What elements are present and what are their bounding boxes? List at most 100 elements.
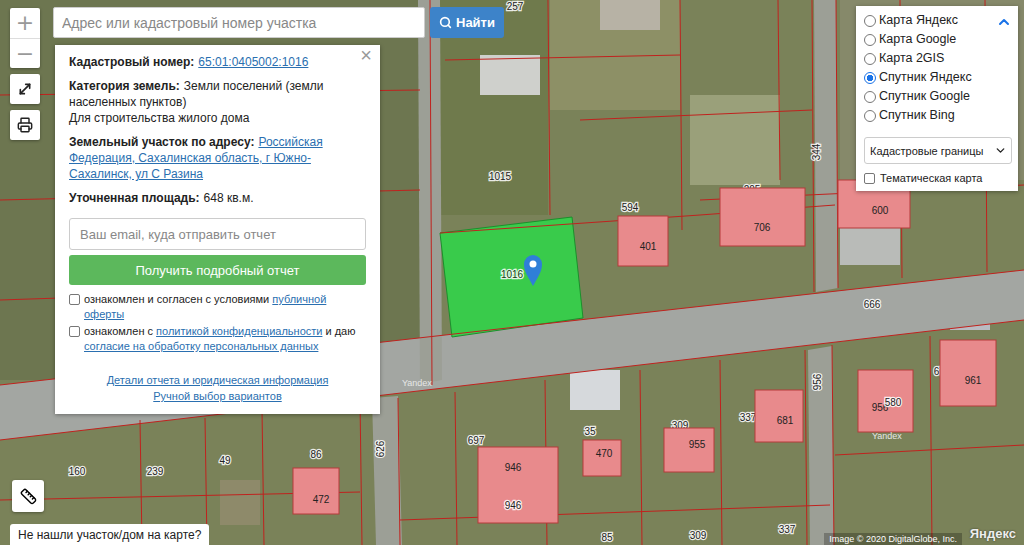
cadastral-number: Кадастровый номер:65:01:0405002:1016 — [69, 54, 366, 70]
parcel[interactable]: 49 — [219, 455, 231, 466]
parcel[interactable]: 337 — [779, 524, 796, 535]
parcel-label: 955 — [689, 439, 706, 450]
zoom-in-button[interactable]: + — [10, 8, 40, 38]
printer-icon — [17, 117, 33, 133]
not-found-button[interactable]: Не нашли участок/дом на карте? — [10, 524, 209, 545]
agreement-link[interactable]: политикой конфиденциальности — [156, 325, 322, 337]
parcel[interactable]: 239 — [147, 466, 164, 477]
parcel[interactable]: 1016 — [501, 269, 524, 280]
location-pin-icon[interactable] — [524, 255, 542, 286]
radio[interactable] — [864, 15, 876, 27]
search-icon — [439, 16, 452, 29]
parcel-boundary — [720, 360, 722, 545]
agreement-link[interactable]: согласие на обработку персональных данны… — [84, 340, 318, 352]
parcel-boundary — [832, 345, 834, 545]
fullscreen-button[interactable] — [10, 74, 40, 104]
parcel-boundary — [400, 505, 830, 520]
parcel-boundary — [835, 445, 1024, 455]
agreement-checkbox-row[interactable]: ознакомлен и согласен с условиями публич… — [69, 292, 366, 322]
building[interactable]: 956 — [858, 370, 913, 432]
building[interactable]: 946 — [478, 447, 558, 523]
selected-parcel[interactable] — [440, 217, 583, 337]
search-input[interactable] — [53, 7, 425, 38]
radio[interactable] — [864, 110, 876, 122]
parcel-label: 681 — [777, 415, 794, 426]
parcel-address: Земельный участок по адресу:Российская Ф… — [69, 134, 366, 182]
radio[interactable] — [864, 53, 876, 65]
parcel-boundary — [680, 0, 682, 230]
parcel[interactable]: 626 — [375, 440, 386, 457]
parcel[interactable]: 337 — [740, 412, 757, 423]
parcel[interactable]: 666 — [864, 299, 881, 310]
parcel-label: 946 — [505, 462, 522, 473]
building[interactable]: 961 — [940, 340, 996, 406]
get-report-button[interactable]: Получить подробный отчет — [69, 255, 366, 285]
parcel-boundary — [360, 400, 362, 545]
radio[interactable] — [864, 91, 876, 103]
parcel[interactable]: 309 — [690, 530, 707, 541]
layer-option[interactable]: Карта Google — [864, 30, 972, 49]
building[interactable]: 401 — [618, 216, 668, 266]
radio[interactable] — [864, 34, 876, 46]
panel-link[interactable]: Ручной выбор вариантов — [153, 388, 281, 404]
email-input[interactable] — [69, 218, 366, 250]
cadastral-number-link[interactable]: 65:01:0405002:1016 — [198, 55, 308, 69]
building[interactable]: 681 — [755, 390, 803, 442]
parcel-label: 344 — [811, 143, 822, 160]
parcel-label: 1015 — [489, 171, 512, 182]
collapse-button[interactable] — [996, 11, 1012, 30]
ruler-icon — [20, 488, 37, 505]
print-button[interactable] — [10, 110, 40, 140]
parcel-label: 160 — [69, 466, 86, 477]
parcel-boundary — [805, 350, 807, 545]
radio[interactable] — [864, 72, 876, 84]
parcel[interactable]: 946 — [505, 500, 522, 511]
checkbox[interactable] — [69, 294, 80, 305]
panel-link[interactable]: Детали отчета и юридическая информация — [107, 372, 329, 388]
parcel[interactable]: 594 — [622, 202, 639, 213]
agreement-checkbox-row[interactable]: ознакомлен с политикой конфиденциальност… — [69, 324, 366, 354]
building[interactable]: 955 — [664, 428, 714, 472]
parcel[interactable]: 257 — [507, 1, 524, 12]
ruler-button[interactable] — [12, 480, 44, 512]
parcel[interactable]: 160 — [69, 466, 86, 477]
zoom-out-button[interactable]: − — [10, 38, 40, 68]
parcel-label: 472 — [313, 494, 330, 505]
parcel[interactable]: 344 — [811, 143, 822, 160]
building[interactable]: 472 — [293, 468, 339, 514]
checkbox[interactable] — [69, 326, 80, 337]
parcel-label: 594 — [622, 202, 639, 213]
parcel-label: 86 — [310, 449, 322, 460]
layer-option[interactable]: Спутник Яндекс — [864, 68, 972, 87]
overlay-select[interactable]: Кадастровые границы — [864, 137, 1012, 164]
search-button[interactable]: Найти — [430, 7, 504, 38]
checkbox[interactable] — [864, 173, 875, 184]
thematic-map-checkbox-row[interactable]: Тематическая карта — [864, 171, 1012, 184]
parcel-boundary — [930, 336, 932, 545]
parcel-boundary — [262, 410, 264, 545]
parcel[interactable]: 35 — [584, 426, 596, 437]
parcel-label: 49 — [219, 455, 231, 466]
building[interactable]: 706 — [720, 188, 805, 246]
parcel[interactable]: 956 — [812, 373, 823, 390]
building[interactable]: 470 — [583, 440, 621, 476]
parcel[interactable]: 580 — [885, 397, 902, 408]
parcel[interactable]: 86 — [310, 449, 322, 460]
parcel-info-panel: ×Кадастровый номер:65:01:0405002:1016Кат… — [55, 45, 380, 414]
parcel-label: 239 — [147, 466, 164, 477]
parcel[interactable]: 697 — [468, 435, 485, 446]
parcel-label: 706 — [754, 222, 771, 233]
close-button[interactable]: × — [360, 47, 372, 63]
layer-option[interactable]: Спутник Bing — [864, 106, 972, 125]
parcel-boundary — [580, 110, 812, 120]
parcel[interactable]: 1015 — [489, 171, 512, 182]
map-watermark: Yandex — [872, 431, 902, 441]
parcel-boundary — [430, 0, 432, 385]
layer-option[interactable]: Карта 2GIS — [864, 49, 972, 68]
layer-option[interactable]: Спутник Google — [864, 87, 972, 106]
parcel-label: 309 — [690, 530, 707, 541]
parcel-boundary — [836, 0, 838, 288]
map-page: 2571015101659440120570634460066669794694… — [0, 0, 1024, 545]
parcel[interactable]: 85 — [601, 532, 613, 543]
layer-option[interactable]: Карта Яндекс — [864, 11, 972, 30]
